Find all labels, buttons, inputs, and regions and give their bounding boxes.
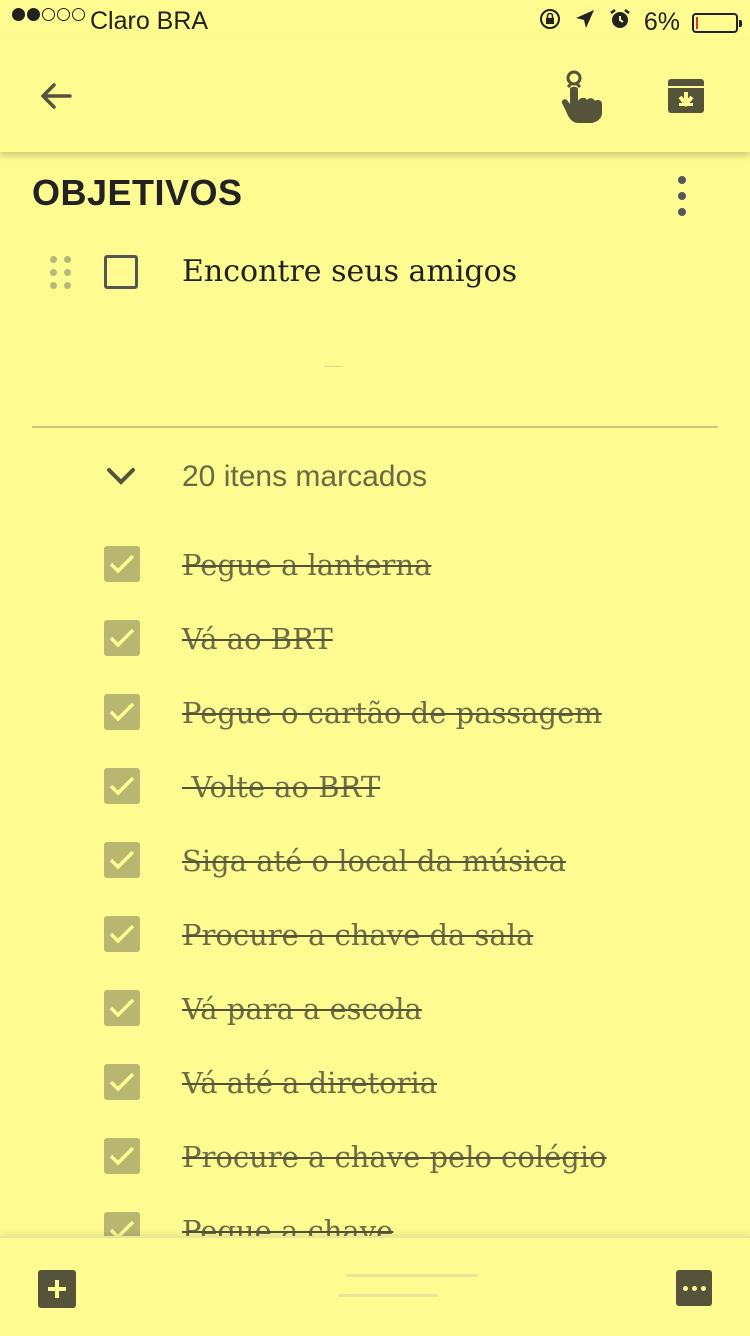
edited-info-line xyxy=(338,1294,438,1297)
battery-icon xyxy=(692,12,742,33)
status-bar: Claro BRA 6% xyxy=(0,0,750,40)
edited-info-line xyxy=(346,1274,478,1277)
back-button[interactable] xyxy=(26,66,86,126)
item-checkbox[interactable] xyxy=(104,255,138,289)
checked-item-text[interactable]: Siga até o local da música xyxy=(182,844,566,878)
alarm-clock-icon xyxy=(608,7,632,38)
check-icon xyxy=(109,924,135,944)
chevron-down-icon[interactable] xyxy=(104,462,138,497)
checked-item-text[interactable]: Vá ao BRT xyxy=(182,622,333,656)
checked-item: Vá para a escola xyxy=(0,984,750,1034)
section-divider xyxy=(32,426,718,428)
checked-checkbox[interactable] xyxy=(104,990,140,1026)
add-box-button[interactable] xyxy=(38,1270,76,1308)
check-icon xyxy=(109,1146,135,1166)
checked-item: Siga até o local da música xyxy=(0,836,750,886)
checked-item: Vá até a diretoria xyxy=(0,1058,750,1108)
note-title[interactable]: OBJETIVOS xyxy=(32,172,243,214)
check-icon xyxy=(109,1072,135,1092)
checked-item-text[interactable]: Pegue a lanterna xyxy=(182,548,431,582)
checked-items-header[interactable]: 20 itens marcados xyxy=(182,460,427,494)
checked-items-list: Pegue a lanterna Vá ao BRT Pegue o cartã… xyxy=(0,540,750,1236)
reminder-button[interactable] xyxy=(552,66,612,126)
checked-checkbox[interactable] xyxy=(104,1212,140,1236)
location-arrow-icon xyxy=(574,8,596,37)
checked-item: Volte ao BRT xyxy=(0,762,750,812)
divider-faint xyxy=(324,366,342,367)
checked-item-text[interactable]: Volte ao BRT xyxy=(182,770,380,804)
checked-item: Pegue a lanterna xyxy=(0,540,750,590)
checked-item: Pegue o cartão de passagem xyxy=(0,688,750,738)
check-icon xyxy=(109,554,135,574)
check-icon xyxy=(109,702,135,722)
check-icon xyxy=(109,628,135,648)
checked-checkbox[interactable] xyxy=(104,842,140,878)
battery-percent: 6% xyxy=(643,8,680,36)
check-icon xyxy=(109,776,135,796)
checked-checkbox[interactable] xyxy=(104,916,140,952)
checked-item-text[interactable]: Pegue o cartão de passagem xyxy=(182,696,602,730)
checked-checkbox[interactable] xyxy=(104,546,140,582)
arrow-left-icon xyxy=(41,83,72,109)
bottom-bar xyxy=(0,1236,750,1336)
checked-item: Pegue a chave xyxy=(0,1206,750,1236)
check-icon xyxy=(109,998,135,1018)
add-box-icon xyxy=(48,1280,66,1298)
checked-item-text[interactable]: Procure a chave da sala xyxy=(182,918,533,952)
checked-item: Procure a chave da sala xyxy=(0,910,750,960)
checked-checkbox[interactable] xyxy=(104,768,140,804)
checked-checkbox[interactable] xyxy=(104,620,140,656)
more-vert-icon[interactable] xyxy=(666,176,698,216)
checked-item-text[interactable]: Vá até a diretoria xyxy=(182,1066,437,1100)
reminder-finger-icon xyxy=(561,70,602,123)
check-icon xyxy=(109,850,135,870)
checked-item-text[interactable]: Procure a chave pelo colégio xyxy=(182,1140,607,1174)
rotation-lock-icon xyxy=(538,7,562,38)
drag-handle-icon[interactable] xyxy=(50,256,74,290)
check-icon xyxy=(109,1220,135,1236)
carrier-name: Claro BRA xyxy=(90,7,209,35)
archive-button[interactable] xyxy=(656,66,716,126)
item-text[interactable]: Encontre seus amigos xyxy=(182,254,517,289)
checked-checkbox[interactable] xyxy=(104,1064,140,1100)
checked-checkbox[interactable] xyxy=(104,694,140,730)
archive-icon xyxy=(668,79,704,113)
checked-item: Vá ao BRT xyxy=(0,614,750,664)
checked-item-text[interactable]: Pegue a chave xyxy=(182,1214,393,1236)
checked-item-text[interactable]: Vá para a escola xyxy=(182,992,422,1026)
note-toolbar xyxy=(0,40,750,152)
signal-strength-icon xyxy=(12,8,85,21)
checked-item: Procure a chave pelo colégio xyxy=(0,1132,750,1182)
checked-checkbox[interactable] xyxy=(104,1138,140,1174)
more-horiz-icon[interactable] xyxy=(676,1270,712,1306)
